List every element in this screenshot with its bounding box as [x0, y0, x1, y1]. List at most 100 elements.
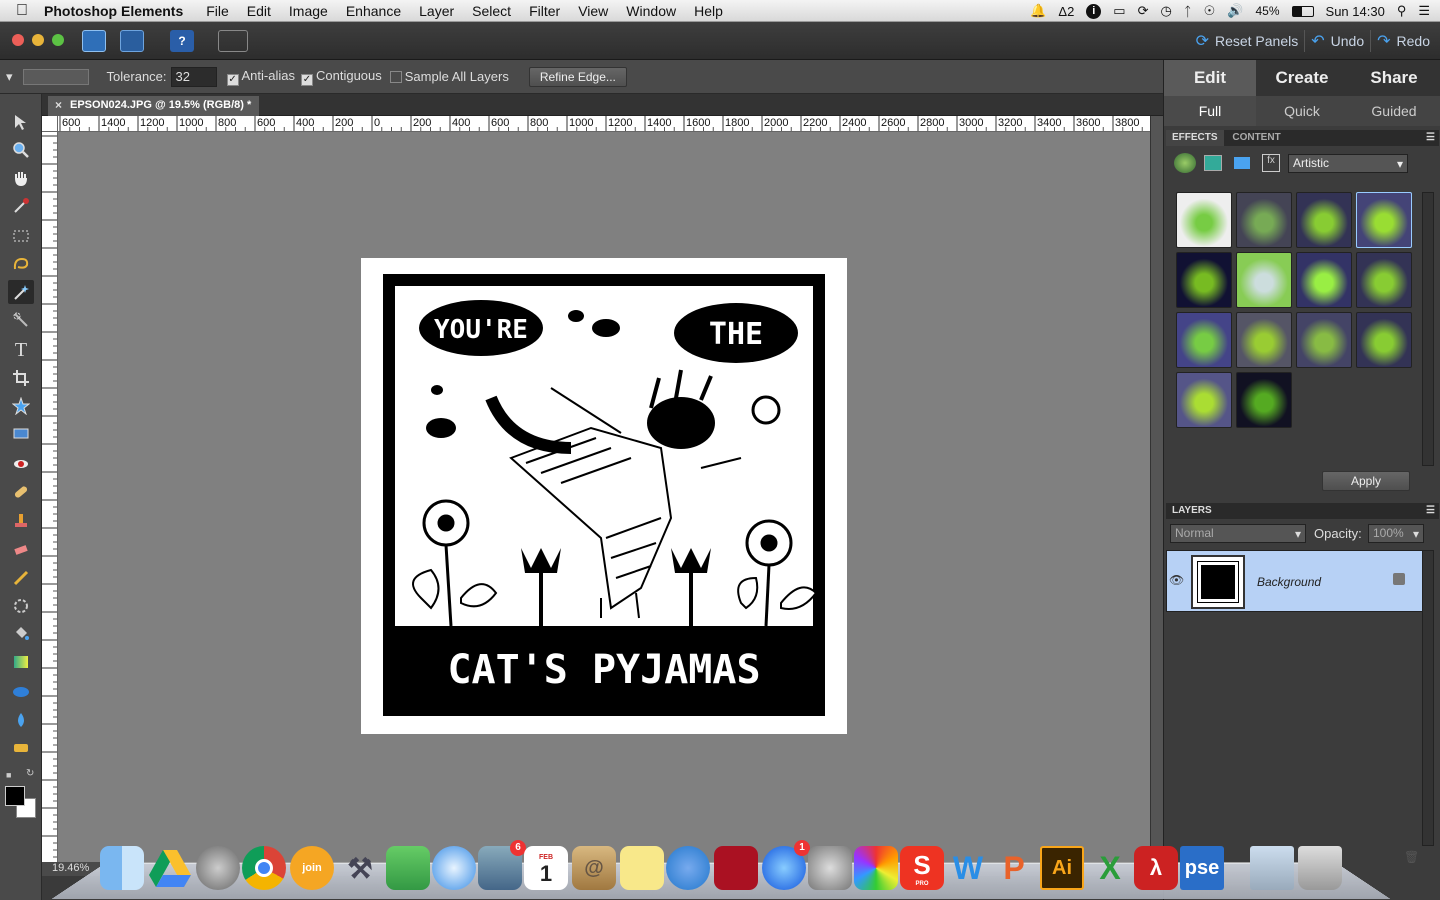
notification-bell-icon[interactable]: 🔔 — [1030, 3, 1046, 19]
close-window-button[interactable] — [12, 34, 24, 46]
volume-icon[interactable]: 🔊 — [1227, 3, 1243, 19]
delete-layer-icon[interactable]: 🗑 — [1404, 850, 1419, 864]
apple-icon[interactable]:  — [0, 2, 44, 20]
illustrator-icon[interactable]: Ai — [1040, 846, 1084, 890]
effect-thumbnail[interactable] — [1296, 252, 1352, 308]
healing-brush-tool-icon[interactable] — [8, 480, 34, 504]
safari-icon[interactable] — [432, 846, 476, 890]
effect-thumbnail[interactable] — [1176, 252, 1232, 308]
adobe-status-icon[interactable]: Δ2 — [1058, 4, 1074, 19]
trash-icon[interactable] — [1298, 846, 1342, 890]
acrobat-icon[interactable]: λ — [1134, 846, 1178, 890]
move-tool-icon[interactable] — [8, 110, 34, 134]
effect-thumbnail[interactable] — [1296, 312, 1352, 368]
marquee-tool-icon[interactable] — [8, 224, 34, 248]
type-tool-icon[interactable]: T — [8, 338, 34, 362]
picasa-icon[interactable] — [854, 846, 898, 890]
filters-icon[interactable] — [1174, 153, 1196, 173]
subtab-guided[interactable]: Guided — [1348, 96, 1440, 126]
mail-icon[interactable]: 6 — [478, 840, 526, 890]
sysprefs-icon[interactable] — [808, 846, 852, 890]
apply-button[interactable]: Apply — [1322, 471, 1410, 491]
tolerance-input[interactable]: 32 — [170, 66, 217, 87]
crop-tool-icon[interactable] — [8, 366, 34, 390]
new-file-icon[interactable] — [82, 30, 106, 52]
contacts-icon[interactable]: @ — [572, 846, 616, 890]
layers-scrollbar[interactable] — [1422, 550, 1434, 846]
close-tab-icon[interactable]: × — [55, 98, 62, 112]
launchpad-icon[interactable] — [196, 846, 240, 890]
tab-create[interactable]: Create — [1256, 60, 1348, 96]
menu-file[interactable]: File — [197, 3, 238, 19]
document-tab[interactable]: × EPSON024.JPG @ 19.5% (RGB/8) * — [48, 96, 260, 116]
pse-icon[interactable]: pse — [1180, 846, 1224, 890]
panel-menu-icon[interactable]: ☰ — [1426, 130, 1435, 146]
layer-name[interactable]: Background — [1257, 575, 1321, 589]
notes-icon[interactable] — [620, 846, 664, 890]
foreground-color-swatch[interactable] — [5, 786, 25, 806]
contiguous-checkbox[interactable]: ✓ — [300, 73, 313, 86]
effect-thumbnail[interactable] — [1356, 192, 1412, 248]
info-icon[interactable]: i — [1086, 3, 1102, 19]
clone-stamp-tool-icon[interactable] — [8, 508, 34, 532]
red-eye-tool-icon[interactable] — [8, 452, 34, 476]
reset-panels-icon[interactable]: ⟳ — [1196, 31, 1209, 51]
redo-button[interactable]: Redo — [1397, 33, 1430, 49]
canvas-vertical-scrollbar[interactable] — [1150, 116, 1163, 862]
effect-thumbnail[interactable] — [1176, 372, 1232, 428]
effect-thumbnail[interactable] — [1236, 252, 1292, 308]
chrome-icon[interactable] — [242, 846, 286, 890]
eyedropper-tool-icon[interactable] — [8, 194, 34, 218]
menu-layer[interactable]: Layer — [410, 3, 463, 19]
effect-thumbnail[interactable] — [1236, 192, 1292, 248]
menu-select[interactable]: Select — [463, 3, 520, 19]
tab-share[interactable]: Share — [1348, 60, 1440, 96]
bluetooth-icon[interactable]: ᛏ — [1184, 4, 1192, 19]
minimize-window-button[interactable] — [32, 34, 44, 46]
opacity-input[interactable]: 100% ▾ — [1368, 524, 1424, 543]
itunes-icon[interactable] — [666, 846, 710, 890]
eraser-tool-icon[interactable] — [8, 538, 34, 562]
zoom-tool-icon[interactable] — [8, 138, 34, 162]
refine-edge-button[interactable]: Refine Edge... — [528, 66, 627, 87]
gradient-tool-icon[interactable] — [8, 650, 34, 674]
tool-preset-picker[interactable]: ▾ — [6, 69, 13, 85]
sample-all-layers-checkbox[interactable] — [389, 71, 402, 83]
spray-icon[interactable] — [386, 846, 430, 890]
effect-thumbnail[interactable] — [1236, 312, 1292, 368]
paint-bucket-tool-icon[interactable] — [8, 622, 34, 646]
sponge-tool-icon[interactable] — [8, 736, 34, 760]
menu-enhance[interactable]: Enhance — [337, 3, 410, 19]
contiguous-option[interactable]: ✓ Contiguous — [300, 68, 382, 86]
blend-mode-select[interactable]: Normal ▾ — [1170, 524, 1306, 543]
effect-thumbnail[interactable] — [1356, 312, 1412, 368]
effect-thumbnail[interactable] — [1176, 312, 1232, 368]
layers-menu-icon[interactable]: ☰ — [1426, 503, 1435, 519]
airplay-icon[interactable]: ▭ — [1113, 3, 1125, 19]
redo-icon[interactable]: ↷ — [1377, 31, 1390, 51]
joinme-icon[interactable]: join — [290, 846, 334, 890]
workspace-layout-icon[interactable] — [218, 30, 248, 52]
menu-help[interactable]: Help — [685, 3, 732, 19]
drive-icon[interactable] — [148, 846, 192, 890]
excel-icon[interactable]: X — [1088, 846, 1132, 890]
content-tab[interactable]: CONTENT — [1226, 132, 1286, 143]
quick-selection-tool-icon[interactable] — [8, 308, 34, 332]
subtab-full[interactable]: Full — [1164, 96, 1256, 126]
horizontal-ruler[interactable]: 600 1400 1200 1000 800 600 400 200 0 200 400 600 800… — [58, 116, 1150, 132]
all-effects-icon[interactable]: fx — [1262, 154, 1280, 172]
photo-effects-icon[interactable] — [1234, 157, 1250, 169]
magic-wand-tool-icon[interactable] — [8, 280, 34, 304]
layer-visibility-eye-icon[interactable]: 👁 — [1169, 573, 1187, 587]
swap-colors-icon[interactable]: ↻ — [26, 768, 34, 779]
sync-icon[interactable]: ⟳ — [1138, 3, 1149, 19]
save-icon[interactable] — [120, 30, 144, 52]
word-icon[interactable]: W — [946, 846, 990, 890]
preview-icon[interactable] — [1250, 846, 1294, 890]
wifi-icon[interactable]: ☉ — [1204, 3, 1216, 19]
lasso-tool-icon[interactable] — [8, 252, 34, 276]
blur-tool-icon[interactable] — [8, 708, 34, 732]
menu-filter[interactable]: Filter — [520, 3, 569, 19]
effect-thumbnail[interactable] — [1176, 192, 1232, 248]
anti-alias-option[interactable]: ✓ Anti-alias — [226, 68, 295, 86]
